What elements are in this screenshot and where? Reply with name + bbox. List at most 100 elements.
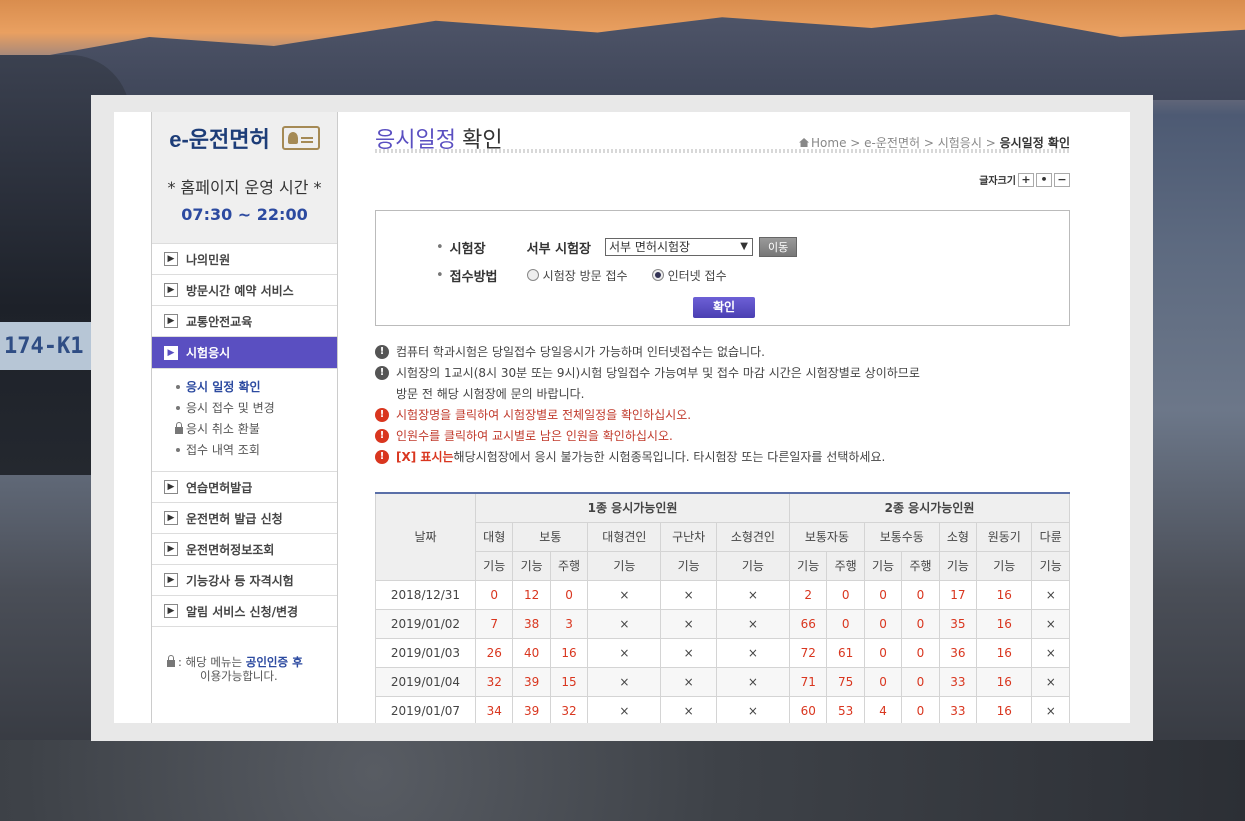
capacity-cell[interactable]: 16 bbox=[549, 637, 589, 668]
unavailable-cell: × bbox=[715, 579, 791, 610]
submenu-history[interactable]: 접수 내역 조회 bbox=[174, 440, 337, 461]
capacity-cell[interactable]: 33 bbox=[938, 666, 978, 697]
capacity-cell[interactable]: 0 bbox=[863, 637, 903, 668]
sidebar-item-practice-license[interactable]: ▶ 연습면허발급 bbox=[152, 472, 337, 503]
sidebar-header: e-운전면허 * 홈페이지 운영 시간 * 07:30 ~ 22:00 bbox=[152, 112, 337, 244]
capacity-cell[interactable]: 26 bbox=[474, 637, 514, 668]
sidebar-item-alert-service[interactable]: ▶ 알림 서비스 신청/변경 bbox=[152, 596, 337, 627]
capacity-cell[interactable]: 3 bbox=[549, 608, 589, 639]
home-icon bbox=[799, 138, 810, 147]
sidebar-item-visit-reservation[interactable]: ▶ 방문시간 예약 서비스 bbox=[152, 275, 337, 306]
date-cell: 2019/01/02 bbox=[375, 608, 476, 639]
capacity-cell[interactable]: 35 bbox=[938, 608, 978, 639]
license-plate: 174-K1 bbox=[0, 322, 95, 370]
capacity-cell[interactable]: 16 bbox=[976, 579, 1033, 610]
col-subtype: 기능 bbox=[976, 550, 1033, 581]
breadcrumb-exam[interactable]: 시험응시 bbox=[938, 136, 982, 150]
sidebar-item-license-info[interactable]: ▶ 운전면허정보조회 bbox=[152, 534, 337, 565]
move-button[interactable]: 이동 bbox=[759, 237, 798, 257]
capacity-cell[interactable]: 32 bbox=[474, 666, 514, 697]
submenu-refund[interactable]: 응시 취소 환불 bbox=[174, 419, 337, 440]
font-reset-button[interactable]: • bbox=[1036, 172, 1052, 187]
info-icon: ! bbox=[375, 366, 389, 380]
capacity-cell[interactable]: 34 bbox=[474, 695, 514, 723]
table-row: 2019/01/03 26 40 16 × × × 72 61 0 0 36 16 × bbox=[375, 637, 1070, 668]
radio-icon[interactable] bbox=[526, 269, 539, 281]
radio-visit[interactable]: 시험장 방문 접수 bbox=[526, 267, 628, 284]
notice-item: ! 인원수를 클릭하여 교시별로 남은 인원을 확인하십시오. bbox=[375, 426, 1070, 447]
capacity-cell[interactable]: 7 bbox=[474, 608, 514, 639]
capacity-cell[interactable]: 0 bbox=[863, 608, 903, 639]
capacity-cell[interactable]: 16 bbox=[976, 695, 1033, 723]
date-cell: 2019/01/03 bbox=[375, 637, 476, 668]
submenu-schedule[interactable]: 응시 일정 확인 bbox=[174, 377, 337, 398]
capacity-cell[interactable]: 0 bbox=[901, 666, 940, 697]
font-size-controls: 글자크기 + • − bbox=[979, 172, 1070, 187]
col-subtype: 기능 bbox=[715, 550, 791, 581]
capacity-cell[interactable]: 12 bbox=[512, 579, 551, 610]
capacity-cell[interactable]: 36 bbox=[938, 637, 978, 668]
font-size-label: 글자크기 bbox=[979, 176, 1016, 187]
capacity-cell[interactable]: 53 bbox=[826, 695, 865, 723]
site-logo[interactable]: e-운전면허 bbox=[169, 122, 270, 154]
font-decrease-button[interactable]: − bbox=[1054, 172, 1070, 187]
search-form: • 시험장 서부 시험장 서부 면허시험장 ▼ 이동 • 접수방법 시험장 방문 … bbox=[375, 210, 1070, 326]
col-subtype: 기능 bbox=[1031, 550, 1070, 581]
capacity-cell[interactable]: 60 bbox=[789, 695, 828, 723]
chevron-right-icon: ▶ bbox=[164, 314, 178, 328]
sidebar-item-license-issue[interactable]: ▶ 운전면허 발급 신청 bbox=[152, 503, 337, 534]
capacity-cell[interactable]: 0 bbox=[826, 608, 865, 639]
capacity-cell[interactable]: 38 bbox=[512, 608, 551, 639]
chevron-right-icon: ▶ bbox=[164, 283, 178, 297]
capacity-cell[interactable]: 75 bbox=[826, 666, 865, 697]
capacity-cell[interactable]: 39 bbox=[512, 695, 551, 723]
col-type: 보통자동 bbox=[789, 521, 865, 552]
site-select[interactable]: 서부 면허시험장 ▼ bbox=[605, 238, 753, 256]
capacity-cell[interactable]: 17 bbox=[938, 579, 978, 610]
capacity-cell[interactable]: 0 bbox=[901, 695, 940, 723]
breadcrumb-e-license[interactable]: e-운전면허 bbox=[864, 136, 920, 150]
capacity-cell[interactable]: 0 bbox=[863, 666, 903, 697]
background-mountains bbox=[0, 14, 1245, 100]
capacity-cell[interactable]: 16 bbox=[976, 608, 1033, 639]
capacity-cell[interactable]: 39 bbox=[512, 666, 551, 697]
capacity-cell[interactable]: 0 bbox=[863, 579, 903, 610]
sidebar-item-instructor-exam[interactable]: ▶ 기능강사 등 자격시험 bbox=[152, 565, 337, 596]
capacity-cell[interactable]: 0 bbox=[549, 579, 589, 610]
capacity-cell[interactable]: 0 bbox=[826, 579, 865, 610]
radio-internet[interactable]: 인터넷 접수 bbox=[651, 267, 727, 284]
capacity-cell[interactable]: 0 bbox=[474, 579, 514, 610]
unavailable-cell: × bbox=[660, 637, 717, 668]
capacity-cell[interactable]: 16 bbox=[976, 637, 1033, 668]
capacity-cell[interactable]: 4 bbox=[863, 695, 903, 723]
capacity-cell[interactable]: 66 bbox=[789, 608, 828, 639]
font-increase-button[interactable]: + bbox=[1018, 172, 1034, 187]
selected-site-name: 서부 시험장 bbox=[526, 241, 591, 257]
capacity-cell[interactable]: 72 bbox=[789, 637, 828, 668]
sidebar-item-exam[interactable]: ▶ 시험응시 bbox=[152, 337, 337, 369]
sidebar: e-운전면허 * 홈페이지 운영 시간 * 07:30 ~ 22:00 ▶ 나의민… bbox=[151, 112, 338, 723]
breadcrumb-current: 응시일정 확인 bbox=[999, 136, 1070, 150]
sidebar-item-my-civil[interactable]: ▶ 나의민원 bbox=[152, 244, 337, 275]
capacity-cell[interactable]: 0 bbox=[901, 608, 940, 639]
capacity-cell[interactable]: 2 bbox=[789, 579, 828, 610]
capacity-cell[interactable]: 61 bbox=[826, 637, 865, 668]
sidebar-item-safety-education[interactable]: ▶ 교통안전교육 bbox=[152, 306, 337, 337]
capacity-cell[interactable]: 32 bbox=[549, 695, 589, 723]
radio-selected-icon[interactable] bbox=[651, 269, 664, 281]
col-subtype: 주행 bbox=[901, 550, 940, 581]
capacity-cell[interactable]: 71 bbox=[789, 666, 828, 697]
breadcrumb: Home > e-운전면허 > 시험응시 > 응시일정 확인 bbox=[799, 134, 1070, 151]
unavailable-cell: × bbox=[660, 666, 717, 697]
capacity-cell[interactable]: 0 bbox=[901, 637, 940, 668]
breadcrumb-home[interactable]: Home bbox=[811, 136, 846, 150]
capacity-cell[interactable]: 0 bbox=[901, 579, 940, 610]
capacity-cell[interactable]: 16 bbox=[976, 666, 1033, 697]
submenu-apply[interactable]: 응시 접수 및 변경 bbox=[174, 398, 337, 419]
capacity-cell[interactable]: 40 bbox=[512, 637, 551, 668]
confirm-button[interactable]: 확인 bbox=[693, 297, 755, 318]
capacity-cell[interactable]: 15 bbox=[549, 666, 589, 697]
auth-note: : 해당 메뉴는 공인인증 후 이용가능합니다. bbox=[152, 627, 337, 683]
capacity-cell[interactable]: 33 bbox=[938, 695, 978, 723]
chevron-right-icon: ▶ bbox=[164, 252, 178, 266]
